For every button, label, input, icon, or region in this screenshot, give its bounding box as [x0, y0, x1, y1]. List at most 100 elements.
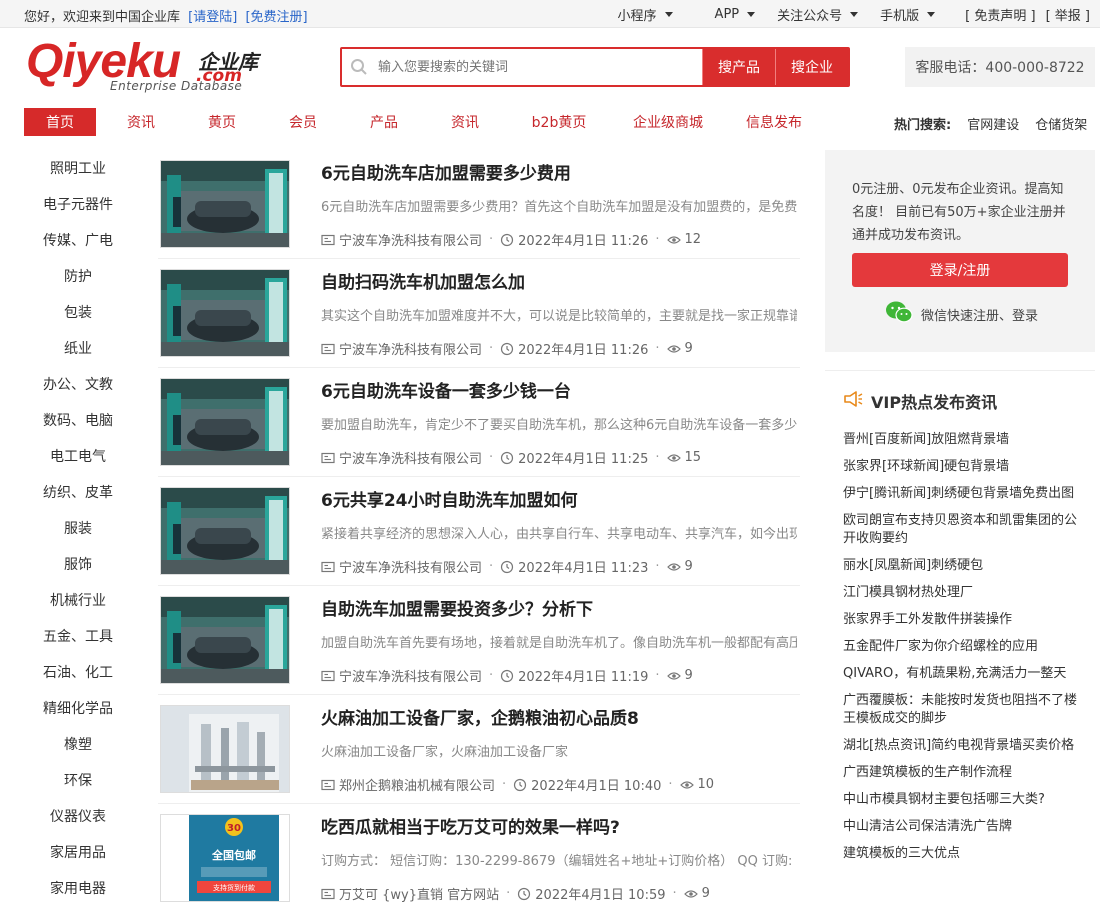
category-item[interactable]: 机械行业	[24, 582, 132, 618]
nav-b2b-yellowpages[interactable]: b2b黄页	[510, 108, 608, 136]
category-item[interactable]: 环保	[24, 762, 132, 798]
article-company[interactable]: 郑州企鹅粮油机械有限公司	[339, 775, 495, 794]
nav-home[interactable]: 首页	[24, 108, 96, 136]
hot-search-item[interactable]: 仓储货架	[1035, 114, 1087, 133]
article-item[interactable]: 6元共享24小时自助洗车加盟如何 紧接着共享经济的思想深入人心，由共享自行车、共享…	[158, 477, 800, 586]
vip-news-item[interactable]: QIVARO，有机蔬果粉,充满活力一整天	[843, 665, 1083, 683]
article-item[interactable]: 30 全国包邮 支持货到付款 吃西瓜就相当于吃万艾可的效果一样吗? 订购方式： 短信订购…	[158, 804, 800, 904]
vip-news-item[interactable]: 中山清洁公司保洁清洗广告牌	[843, 818, 1083, 836]
category-item[interactable]: 纸业	[24, 330, 132, 366]
article-company[interactable]: 宁波车净洗科技有限公司	[339, 448, 482, 467]
register-link[interactable]: [免费注册]	[245, 10, 307, 25]
disclaimer-link[interactable]: [ 免责声明 ]	[965, 5, 1035, 24]
article-thumbnail[interactable]	[160, 596, 290, 684]
site-logo[interactable]: Qiyeku 企业库 .com Enterprise Database	[26, 38, 276, 94]
category-item[interactable]: 电工电气	[24, 438, 132, 474]
article-company[interactable]: 宁波车净洗科技有限公司	[339, 339, 482, 358]
category-item[interactable]: 传媒、广电	[24, 222, 132, 258]
category-item[interactable]: 五金、工具	[24, 618, 132, 654]
nav-enterprise-mall[interactable]: 企业级商城	[608, 108, 728, 136]
article-views: 9	[684, 559, 693, 574]
article-company[interactable]: 万艾可 {wy}直销 官方网站	[339, 884, 499, 903]
article-title[interactable]: 自助扫码洗车机加盟怎么加	[321, 268, 525, 293]
category-item[interactable]: 防护	[24, 258, 132, 294]
vip-news-item[interactable]: 丽水[凤凰新闻]刺绣硬包	[843, 557, 1083, 575]
article-thumbnail[interactable]	[160, 487, 290, 575]
hot-search-item[interactable]: 官网建设	[967, 114, 1019, 133]
login-register-button[interactable]: 登录/注册	[852, 253, 1068, 287]
article-date: 2022年4月1日 10:40	[531, 779, 662, 794]
article-meta: 宁波车净洗科技有限公司 · 2022年4月1日 11:25 · 15	[321, 448, 701, 467]
category-item[interactable]: 纺织、皮革	[24, 474, 132, 510]
article-title[interactable]: 6元自助洗车店加盟需要多少费用	[321, 159, 571, 184]
chevron-down-icon	[747, 12, 756, 17]
category-item[interactable]: 仪器仪表	[24, 798, 132, 834]
article-title[interactable]: 火麻油加工设备厂家，企鹅粮油初心品质8	[321, 704, 639, 729]
report-link[interactable]: [ 举报 ]	[1046, 5, 1090, 24]
article-item[interactable]: 火麻油加工设备厂家，企鹅粮油初心品质8 火麻油加工设备厂家，火麻油加工设备厂家 郑州…	[158, 695, 800, 804]
meta-separator: ·	[489, 232, 494, 247]
article-thumbnail[interactable]: 30 全国包邮 支持货到付款	[160, 814, 290, 902]
article-thumbnail[interactable]	[160, 269, 290, 357]
article-item[interactable]: 6元自助洗车设备一套多少钱一台 要加盟自助洗车，肯定少不了要买自助洗车机，那么这种…	[158, 368, 800, 477]
search-company-button[interactable]: 搜企业	[775, 49, 848, 85]
vip-news-item[interactable]: 中山市模具钢材主要包括哪三大类?	[843, 791, 1083, 809]
article-thumbnail[interactable]	[160, 705, 290, 793]
vip-news-item[interactable]: 欧司朗宣布支持贝恩资本和凯雷集团的公开收购要约	[843, 512, 1083, 548]
category-item[interactable]: 服饰	[24, 546, 132, 582]
article-summary: 6元自助洗车店加盟需要多少费用？首先这个自助洗车加盟是没有加盟费的，是免费加	[321, 200, 797, 215]
vip-news-item[interactable]: 江门模具钢材热处理厂	[843, 584, 1083, 602]
article-company[interactable]: 宁波车净洗科技有限公司	[339, 666, 482, 685]
search-input[interactable]	[376, 49, 702, 85]
nav-news-2[interactable]: 资讯	[420, 108, 510, 136]
search-product-button[interactable]: 搜产品	[702, 49, 775, 85]
category-item[interactable]: 橡塑	[24, 726, 132, 762]
mobile-link[interactable]: 手机版	[880, 5, 936, 24]
nav-post-info[interactable]: 信息发布	[728, 108, 820, 136]
nav-products[interactable]: 产品	[348, 108, 420, 136]
category-item[interactable]: 电子元器件	[24, 186, 132, 222]
vip-news-item[interactable]: 五金配件厂家为你介绍螺栓的应用	[843, 638, 1083, 656]
article-title[interactable]: 自助洗车加盟需要投资多少？分析下	[321, 595, 593, 620]
article-item[interactable]: 6元自助洗车店加盟需要多少费用 6元自助洗车店加盟需要多少费用？首先这个自助洗车加…	[158, 150, 800, 259]
vip-news-item[interactable]: 张家界[环球新闻]硬包背景墙	[843, 458, 1083, 476]
vip-news-item[interactable]: 伊宁[腾讯新闻]刺绣硬包背景墙免费出图	[843, 485, 1083, 503]
wechat-login-link[interactable]: 微信快速注册、登录	[885, 300, 1038, 328]
service-phone: 客服电话：400-000-8722	[905, 47, 1095, 87]
nav-members[interactable]: 会员	[258, 108, 348, 136]
vip-news-item[interactable]: 广西覆膜板：未能按时发货也阻挡不了楼王模板成交的脚步	[843, 692, 1083, 728]
article-title[interactable]: 6元共享24小时自助洗车加盟如何	[321, 486, 578, 511]
category-item[interactable]: 办公、文教	[24, 366, 132, 402]
article-item[interactable]: 自助洗车加盟需要投资多少？分析下 加盟自助洗车首先要有场地，接着就是自助洗车机了。…	[158, 586, 800, 695]
category-item[interactable]: 包装	[24, 294, 132, 330]
wechat-follow-link[interactable]: 关注公众号	[777, 5, 859, 24]
vip-news-item[interactable]: 晋州[百度新闻]放阻燃背景墙	[843, 431, 1083, 449]
article-title[interactable]: 6元自助洗车设备一套多少钱一台	[321, 377, 571, 402]
article-company[interactable]: 宁波车净洗科技有限公司	[339, 557, 482, 576]
category-item[interactable]: 家居用品	[24, 834, 132, 870]
article-date: 2022年4月1日 11:26	[518, 234, 649, 249]
login-link[interactable]: [请登陆]	[188, 10, 237, 25]
article-title[interactable]: 吃西瓜就相当于吃万艾可的效果一样吗?	[321, 813, 620, 838]
article-thumbnail[interactable]	[160, 378, 290, 466]
vip-news-item[interactable]: 建筑模板的三大优点	[843, 845, 1083, 863]
app-link[interactable]: APP	[715, 5, 756, 24]
category-item[interactable]: 数码、电脑	[24, 402, 132, 438]
category-item[interactable]: 家用电器	[24, 870, 132, 904]
article-company[interactable]: 宁波车净洗科技有限公司	[339, 230, 482, 249]
eye-icon	[666, 671, 681, 681]
category-item[interactable]: 服装	[24, 510, 132, 546]
vip-news-item[interactable]: 广西建筑模板的生产制作流程	[843, 764, 1083, 782]
vip-news-item[interactable]: 湖北[热点资讯]简约电视背景墙买卖价格	[843, 737, 1083, 755]
category-item[interactable]: 照明工业	[24, 150, 132, 186]
nav-news[interactable]: 资讯	[96, 108, 186, 136]
miniprogram-link[interactable]: 小程序	[618, 5, 673, 24]
article-item[interactable]: 自助扫码洗车机加盟怎么加 其实这个自助洗车加盟难度并不大，可以说是比较简单的，主要…	[158, 259, 800, 368]
article-thumbnail[interactable]	[160, 160, 290, 248]
mobile-label: 手机版	[880, 9, 920, 24]
nav-yellowpages[interactable]: 黄页	[186, 108, 258, 136]
vip-news-item[interactable]: 张家界手工外发散件拼装操作	[843, 611, 1083, 629]
category-item[interactable]: 精细化学品	[24, 690, 132, 726]
vip-header: VIP热点发布资讯	[843, 389, 997, 413]
category-item[interactable]: 石油、化工	[24, 654, 132, 690]
